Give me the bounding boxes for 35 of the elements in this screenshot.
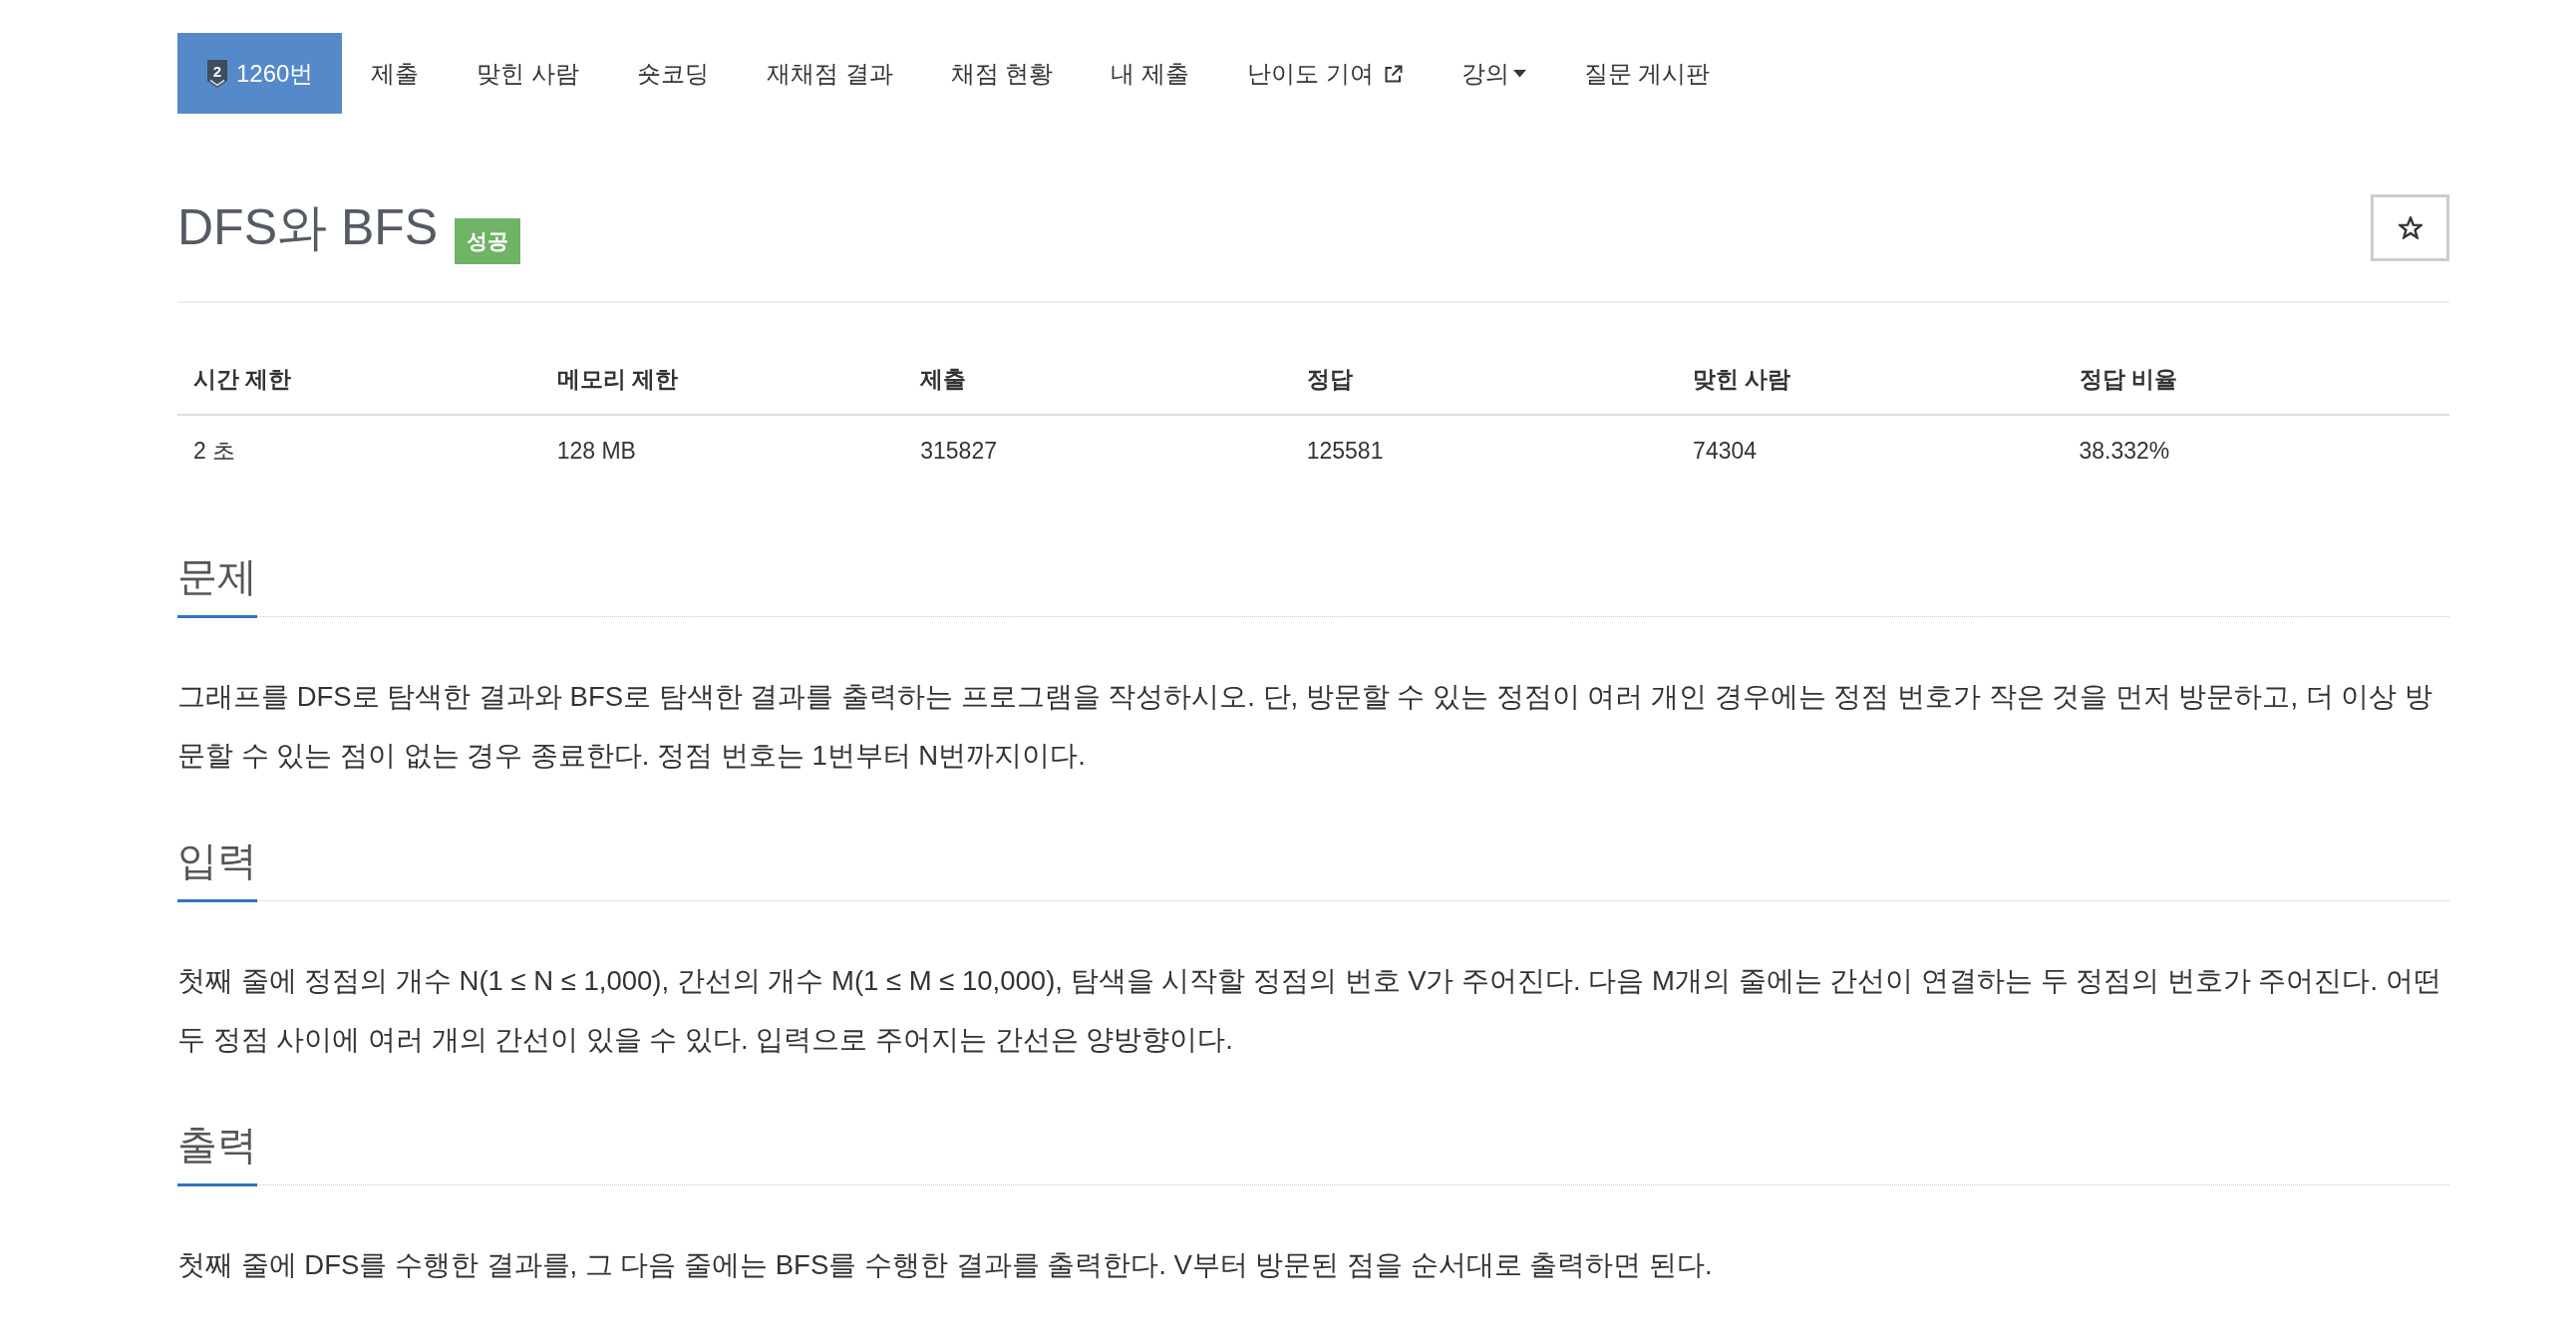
description-paragraph: 첫째 줄에 정점의 개수 N(1 ≤ N ≤ 1,000), 간선의 개수 M(1 ≤ M ≤ 10,000), 탐색을 시작할 정점의 번호 V가 주어진다. 다음 M개의 줄에는 간선이 연결하는 두 정점의 번호가 주어진다. 어떤 두 정점 사이에 여러 개의 간선이 있을 수 있다. 입력으로 주어지는 간선은 양방향이다.: [177, 964, 2442, 1057]
external-link-icon: [1383, 63, 1404, 84]
description-paragraph: 첫째 줄에 DFS를 수행한 결과를, 그 다음 줄에는 BFS를 수행한 결과를 출력한다. V부터 방문된 점을 순서대로 출력하면 된다.: [177, 1248, 1714, 1282]
nav-tab[interactable]: 내 제출: [1082, 33, 1219, 114]
nav-tab[interactable]: 질문 게시판: [1554, 33, 1740, 114]
section-heading: 출력: [177, 1120, 257, 1186]
nav-tab[interactable]: 난이도 기여: [1218, 33, 1433, 114]
problem-title: DFS와 BFS: [177, 198, 439, 257]
table-cell: 315827: [904, 415, 1291, 486]
column-header: 메모리 제한: [540, 344, 905, 415]
nav-tab[interactable]: 2 1260번: [177, 33, 343, 114]
table-cell: 125581: [1290, 415, 1678, 486]
table-cell: 38.332%: [2063, 415, 2449, 486]
nav-tab[interactable]: 재채점 결과: [738, 33, 922, 114]
table-cell: 74304: [1677, 415, 2064, 486]
nav-tab[interactable]: 강의: [1432, 33, 1555, 114]
table-cell: 128 MB: [540, 415, 905, 486]
result-label: 성공: [455, 218, 521, 264]
nav-tab[interactable]: 채점 현황: [921, 33, 1083, 114]
column-header: 제출: [904, 344, 1291, 415]
description-paragraph: 그래프를 DFS로 탐색한 결과와 BFS로 탐색한 결과를 출력하는 프로그램을 작성하시오. 단, 방문할 수 있는 정점이 여러 개인 경우에는 정점 번호가 작은 것을 먼저 방문하고, 더 이상 방문할 수 있는 점이 없는 경우 종료한다. 정점 번호는 1번부터 N번까지이다.: [177, 680, 2434, 773]
nav-tab[interactable]: 숏코딩: [608, 33, 739, 114]
section-heading: 문제: [177, 551, 257, 618]
caret-icon: [1512, 69, 1526, 78]
star-icon: [2398, 216, 2422, 239]
tier-badge-icon: 2: [206, 58, 228, 89]
nav-tab[interactable]: 맞힌 사람: [448, 33, 609, 114]
table-cell: 2 초: [177, 415, 541, 486]
column-header: 정답 비율: [2063, 344, 2449, 415]
column-header: 맞힌 사람: [1677, 344, 2064, 415]
section-heading: 입력: [177, 836, 257, 902]
nav-tab[interactable]: 제출: [342, 33, 449, 114]
column-header: 시간 제한: [177, 344, 541, 415]
column-header: 정답: [1290, 344, 1678, 415]
star-button[interactable]: [2371, 194, 2449, 261]
